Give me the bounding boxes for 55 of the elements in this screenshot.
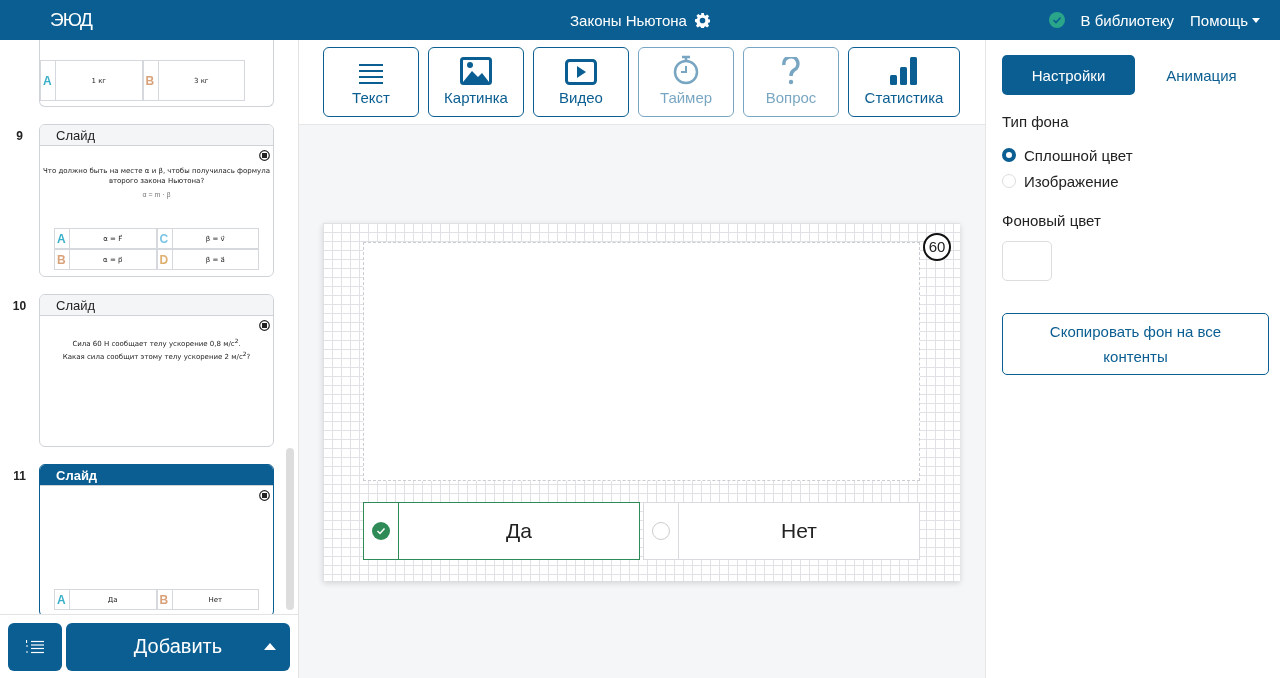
stop-icon[interactable] xyxy=(259,490,270,501)
play-icon xyxy=(565,59,597,85)
numbered-list-icon xyxy=(26,639,44,654)
add-button[interactable]: Добавить xyxy=(66,622,290,671)
answer-letter: B xyxy=(143,61,159,100)
image-icon xyxy=(460,57,492,85)
slide-title: Слайд xyxy=(40,295,273,316)
radio-label: Сплошной цвет xyxy=(1024,146,1133,164)
slide-title: Слайд xyxy=(40,465,273,486)
tool-button[interactable]: Статистика xyxy=(848,47,960,117)
text-lines-icon xyxy=(359,63,383,85)
answer-option[interactable]: Нет xyxy=(643,501,920,560)
check-circle-icon[interactable] xyxy=(372,521,390,540)
settings-icon[interactable] xyxy=(694,12,710,28)
scrollbar-thumb[interactable] xyxy=(286,448,294,610)
timer-badge: 60 xyxy=(923,232,951,261)
background-color-label: Фоновый цвет xyxy=(1002,212,1102,229)
answer-letter: A xyxy=(55,590,70,609)
caret-icon xyxy=(264,642,276,650)
lesson-title: Законы Ньютона xyxy=(570,11,687,29)
question-icon xyxy=(782,57,800,85)
caret-icon xyxy=(1252,17,1260,23)
numbered-list-button[interactable] xyxy=(8,622,62,671)
stopwatch-icon xyxy=(671,55,701,85)
tool-button[interactable]: Картинка xyxy=(428,47,524,117)
answer-letter: B xyxy=(157,590,173,609)
answer-letter: D xyxy=(157,250,173,269)
check-badge-icon xyxy=(1048,12,1065,28)
slide-number: 10 xyxy=(12,299,27,313)
library-link[interactable]: В библиотеку xyxy=(1080,11,1175,29)
answer-text: Нет xyxy=(781,518,817,543)
color-swatch[interactable] xyxy=(1002,241,1052,281)
answer-letter: C xyxy=(157,229,173,248)
tool-button[interactable]: Видео xyxy=(533,47,629,117)
tool-button[interactable]: Текст xyxy=(323,47,419,117)
stop-icon[interactable] xyxy=(259,150,270,161)
slide-title: Слайд xyxy=(40,125,273,146)
answer-letter: A xyxy=(55,229,70,248)
tab[interactable]: Анимация xyxy=(1135,55,1268,95)
logo[interactable]: ЭЮД xyxy=(50,9,92,31)
help-menu[interactable]: Помощь xyxy=(1190,11,1260,29)
answer-option[interactable]: Да xyxy=(363,501,640,560)
stop-icon[interactable] xyxy=(259,320,270,331)
background-type-label: Тип фона xyxy=(1002,113,1070,130)
slide-number: 9 xyxy=(16,129,23,143)
tab[interactable]: Настройки xyxy=(1002,55,1135,95)
slide-number: 11 xyxy=(13,469,26,483)
radio-button[interactable] xyxy=(1002,148,1016,162)
bar-chart-icon xyxy=(890,57,918,85)
answer-letter: A xyxy=(41,61,56,100)
radio-label: Изображение xyxy=(1024,172,1119,190)
copy-background-button[interactable]: Скопировать фон на все контенты xyxy=(1002,313,1269,375)
answer-text: Да xyxy=(506,518,532,543)
radio-circle-icon[interactable] xyxy=(652,521,670,540)
answer-letter: B xyxy=(55,250,70,269)
